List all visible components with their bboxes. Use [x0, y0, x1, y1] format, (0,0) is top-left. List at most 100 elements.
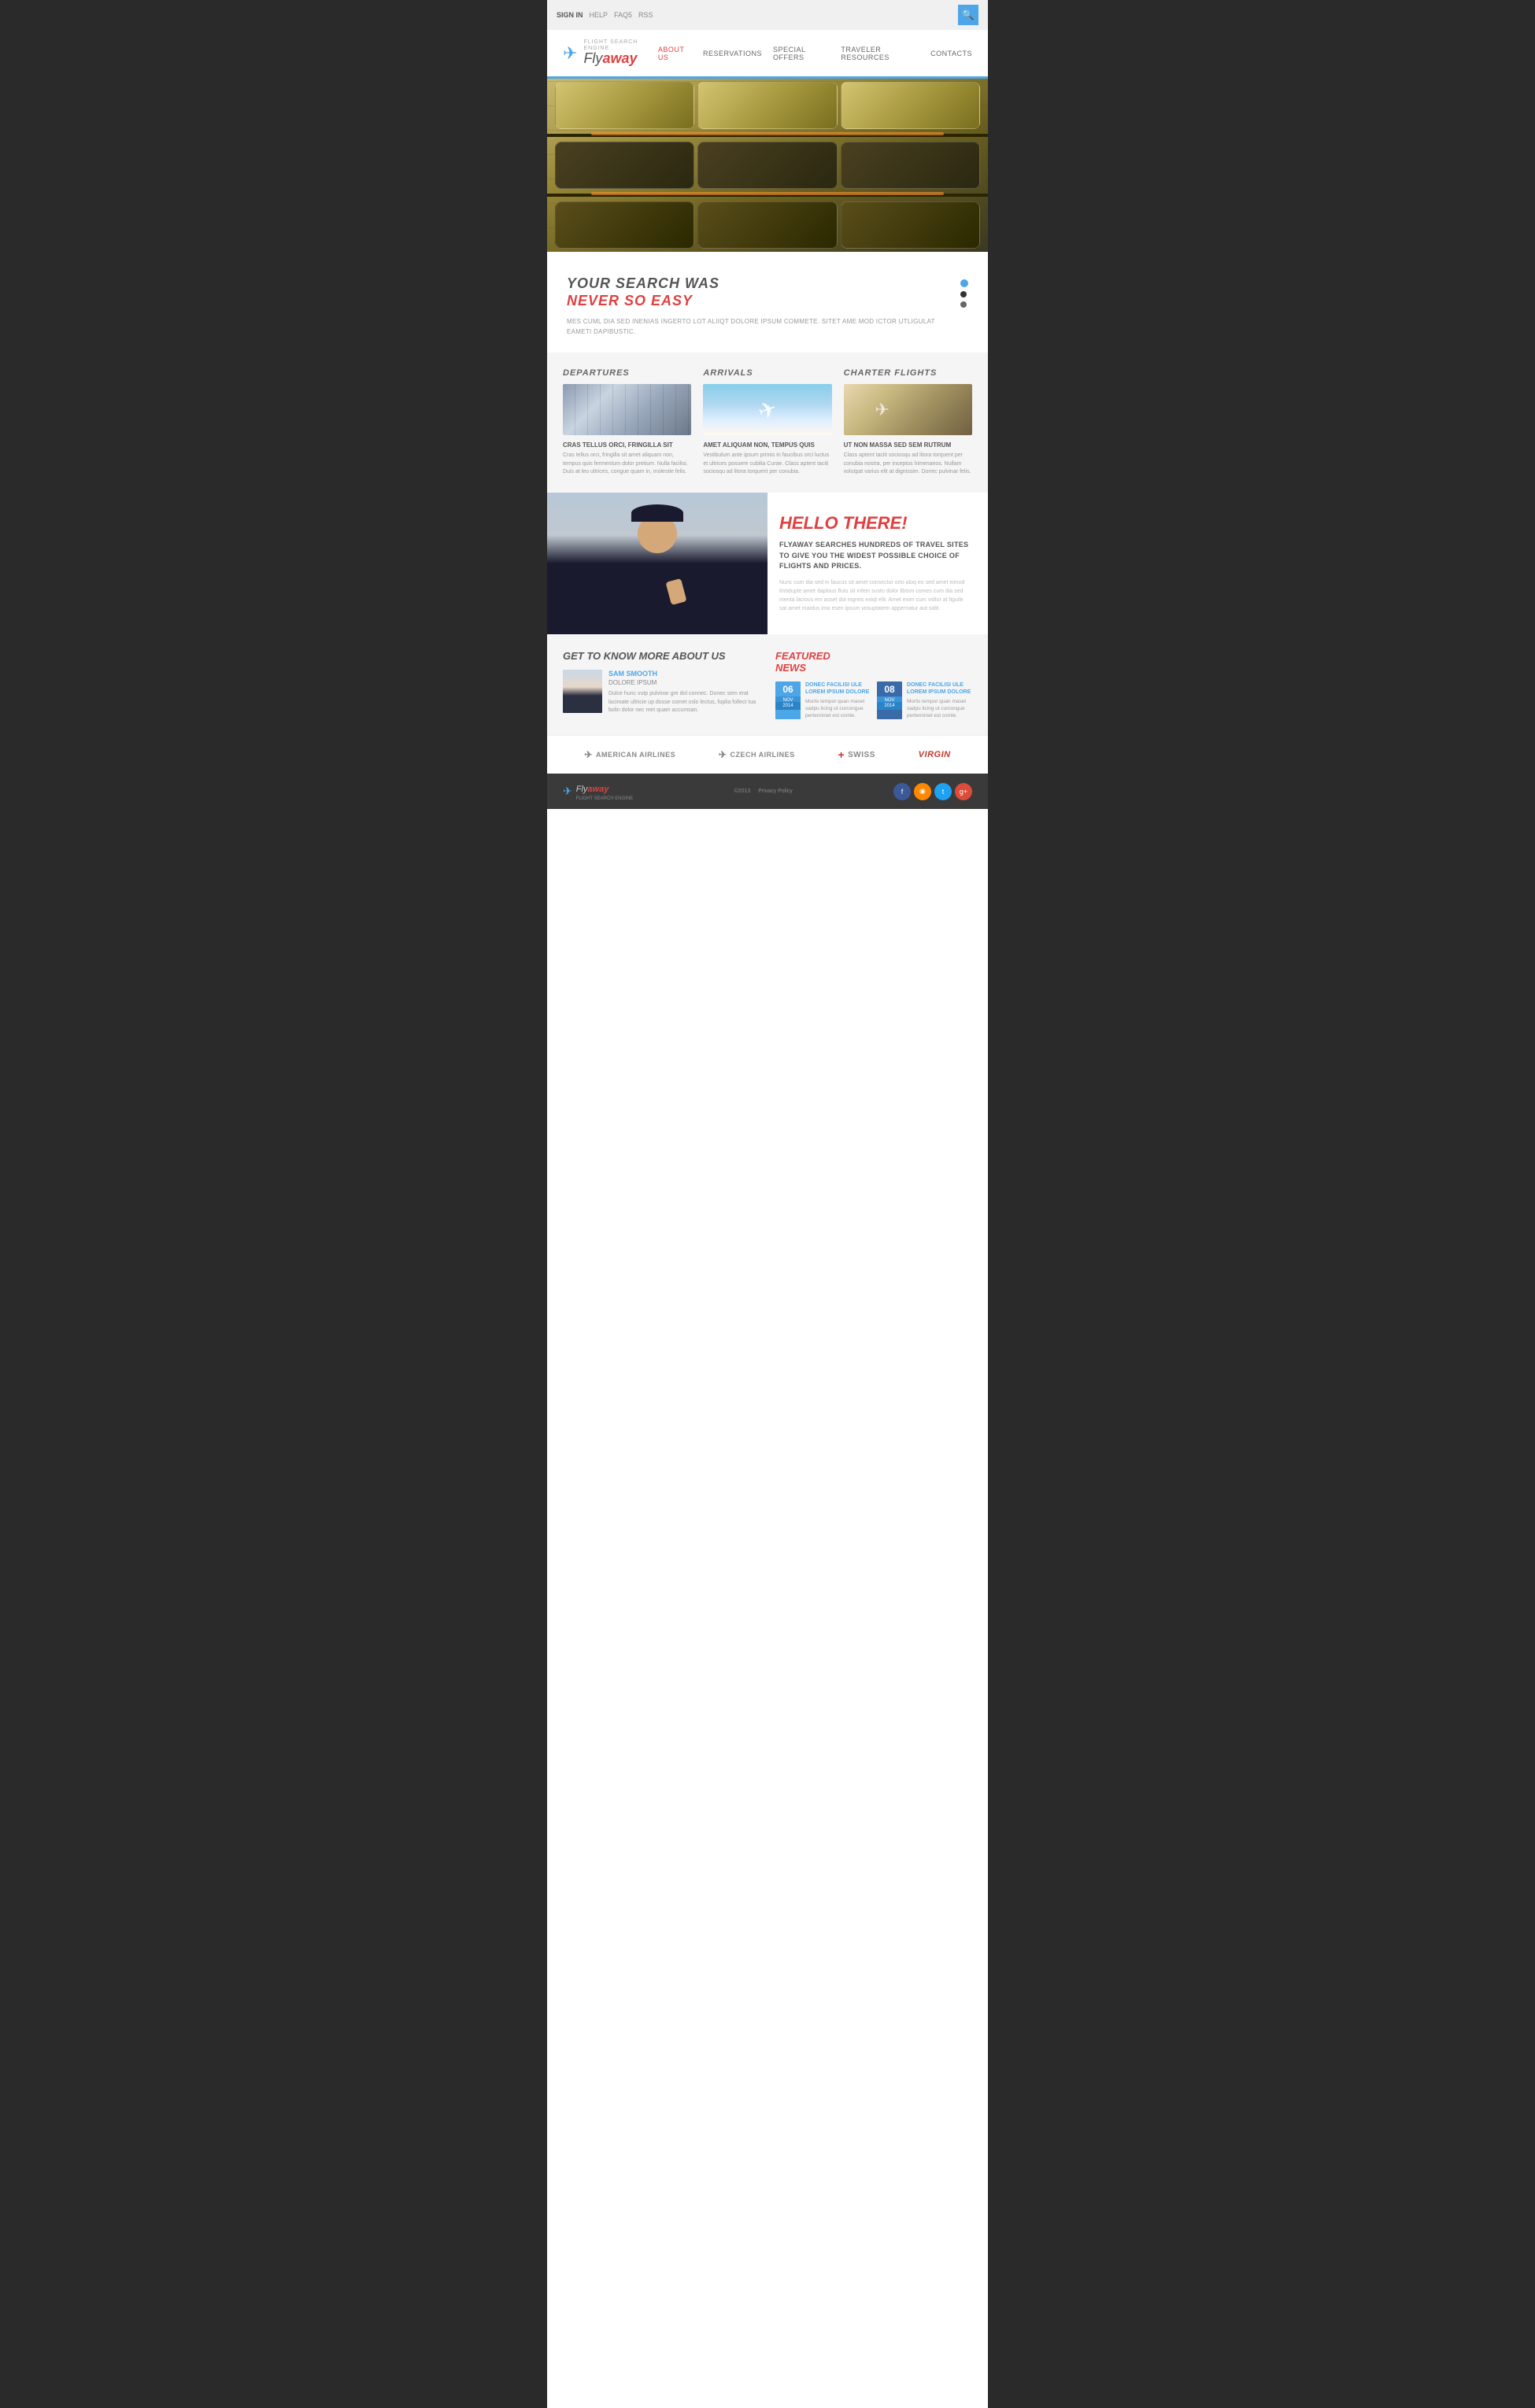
dot-3[interactable] [960, 301, 967, 308]
footer-copyright: ©2013 [734, 789, 751, 794]
pilot-cap [631, 504, 683, 522]
czech-name: CZECH AIRLINES [730, 751, 794, 759]
panel-strip [547, 194, 988, 197]
news-day-1: 06 [777, 684, 799, 695]
pilot-image [547, 493, 768, 634]
panel-cell-dark [841, 142, 980, 189]
facebook-button[interactable]: f [893, 783, 911, 800]
footer-plane-icon: ✈ [563, 785, 572, 798]
rss-button[interactable]: ◉ [914, 783, 931, 800]
footer-logo: ✈ Flyaway FLIGHT SEARCH ENGINE [563, 781, 633, 801]
arrivals-image [703, 384, 831, 435]
panel-cell-dark [555, 142, 694, 189]
footer-sub: FLIGHT SEARCH ENGINE [576, 796, 634, 801]
tagline-line2: NEVER SO EASY [567, 293, 960, 309]
person-info: SAM SMOOTH DOLORE IPSUM Dulce hunc vutp … [608, 670, 760, 715]
charter-subtitle: UT NON MASSA SED SEM RUTRUM [844, 441, 972, 449]
american-airlines-logo: ✈ American Airlines [584, 749, 675, 760]
arrivals-desc: Vestibulum ante ipsum primis in faucibus… [703, 452, 831, 477]
nav-reservations[interactable]: RESERVATIONS [703, 50, 762, 57]
googleplus-button[interactable]: g+ [955, 783, 972, 800]
slider-dots [960, 279, 968, 308]
hello-section: HELLO THERE! FLYAWAY SEARCHES HUNDREDS O… [547, 493, 988, 634]
person-name: SAM SMOOTH [608, 670, 760, 678]
arrivals-title: ARRIVALS [703, 368, 831, 378]
swiss-name: SWISS [848, 751, 875, 759]
panel-cell [697, 82, 837, 129]
departures-title: DEPARTURES [563, 368, 691, 378]
nav-links: ABOUT US RESERVATIONS SPECIAL OFFERS TRA… [658, 46, 972, 61]
footer-fly: Fly [576, 785, 588, 794]
help-link[interactable]: HELP [590, 11, 608, 19]
news-item-desc-2: Morlis tempor quan maset sadpu licing ut… [907, 698, 972, 719]
tagline-line1: YOUR SEARCH WAS [567, 275, 960, 293]
aa-plane-icon: ✈ [584, 749, 593, 760]
footer-logo-text: Flyaway FLIGHT SEARCH ENGINE [576, 781, 634, 801]
flights-section: DEPARTURES CRAS TELLUS ORCI, FRINGILLA S… [547, 353, 988, 493]
tagline-section: YOUR SEARCH WAS NEVER SO EASY MES CUML D… [547, 252, 988, 353]
twitter-button[interactable]: t [934, 783, 952, 800]
virgin-airlines-logo: Virgin [919, 750, 951, 759]
search-button[interactable]: 🔍 [958, 5, 978, 25]
about-news-section: GET TO KNOW MORE ABOUT US SAM SMOOTH DOL… [547, 634, 988, 735]
departures-image [563, 384, 691, 435]
logo: ✈ FLIGHT SEARCH ENGINE Flyaway [563, 39, 658, 67]
hello-desc: Nunc cum dia sed in faucus sit amet cons… [779, 578, 972, 614]
about-col: GET TO KNOW MORE ABOUT US SAM SMOOTH DOL… [563, 650, 760, 719]
news-date-1: 06 NOV 2014 [775, 681, 801, 719]
news-date-2: 08 NOV 2014 [877, 681, 902, 719]
nav-contacts[interactable]: CONTACTS [930, 50, 972, 57]
hero-panels [547, 79, 988, 252]
news-col: FEATURED NEWS 06 NOV 2014 DONEC FACILISI… [775, 650, 972, 719]
departures-col: DEPARTURES CRAS TELLUS ORCI, FRINGILLA S… [563, 368, 691, 477]
footer: ✈ Flyaway FLIGHT SEARCH ENGINE ©2013 Pri… [547, 774, 988, 809]
news-item-title-2: DONEC FACILISI ULE LOREM IPSUM DOLORE [907, 681, 972, 696]
sign-in-link[interactable]: SIGN IN [557, 11, 583, 19]
news-title: FEATURED NEWS [775, 650, 972, 674]
charter-title: CHARTER FLIGHTS [844, 368, 972, 378]
panel-cell [555, 201, 694, 249]
pilot-head [638, 514, 677, 553]
news-item-2: 08 NOV 2014 DONEC FACILISI ULE LOREM IPS… [877, 681, 972, 719]
news-year-1: 2014 [775, 702, 801, 710]
tagline-desc: MES CUML DIA SED INENIAS INGERTO LOT ALI… [567, 317, 960, 338]
news-content-1: DONEC FACILISI ULE LOREM IPSUM DOLORE Mo… [805, 681, 871, 719]
footer-away: away [587, 785, 608, 794]
panel-cell [555, 82, 694, 129]
panel-cell [841, 82, 980, 129]
news-item-title-1: DONEC FACILISI ULE LOREM IPSUM DOLORE [805, 681, 871, 696]
footer-links: ©2013 Privacy Policy [731, 789, 796, 794]
nav-traveler-resources[interactable]: TRAVELER RESOURCES [841, 46, 919, 61]
logo-text: FLIGHT SEARCH ENGINE Flyaway [583, 39, 657, 67]
news-title-news: NEWS [775, 662, 806, 674]
rss-link[interactable]: RSS [638, 11, 653, 19]
swiss-airlines-logo: + SWISS [838, 748, 875, 761]
logo-tagline: FLIGHT SEARCH ENGINE [583, 39, 657, 51]
pilot-figure [547, 493, 768, 634]
arrivals-subtitle: AMET ALIQUAM NON, TEMPUS QUIS [703, 441, 831, 449]
footer-privacy[interactable]: Privacy Policy [758, 789, 793, 794]
nav-about[interactable]: ABOUT US [658, 46, 692, 61]
airlines-section: ✈ American Airlines ✈ CZECH AIRLINES + S… [547, 735, 988, 774]
flights-grid: DEPARTURES CRAS TELLUS ORCI, FRINGILLA S… [563, 368, 972, 477]
charter-image [844, 384, 972, 435]
arrivals-col: ARRIVALS AMET ALIQUAM NON, TEMPUS QUIS V… [703, 368, 831, 477]
panel-cell [841, 201, 980, 249]
panel-cell [697, 201, 837, 249]
charter-col: CHARTER FLIGHTS UT NON MASSA SED SEM RUT… [844, 368, 972, 477]
hello-title: HELLO THERE! [779, 513, 972, 534]
footer-social: f ◉ t g+ [893, 783, 972, 800]
top-bar: SIGN IN HELP FAQ5 RSS 🔍 [547, 0, 988, 30]
logo-name: Flyaway [583, 51, 657, 67]
person-role: DOLORE IPSUM [608, 679, 760, 686]
panel-strip [547, 134, 988, 137]
tagline-text: YOUR SEARCH WAS NEVER SO EASY MES CUML D… [567, 275, 960, 337]
hello-subtitle: FLYAWAY SEARCHES HUNDREDS OF TRAVEL SITE… [779, 540, 972, 572]
top-bar-links[interactable]: SIGN IN HELP FAQ5 RSS [557, 11, 653, 19]
news-grid: 06 NOV 2014 DONEC FACILISI ULE LOREM IPS… [775, 681, 972, 719]
dot-2[interactable] [960, 291, 967, 297]
faq-link[interactable]: FAQ5 [614, 11, 632, 19]
dot-active[interactable] [960, 279, 968, 287]
czech-plane-icon: ✈ [719, 749, 727, 760]
nav-special-offers[interactable]: SPECIAL OFFERS [773, 46, 830, 61]
